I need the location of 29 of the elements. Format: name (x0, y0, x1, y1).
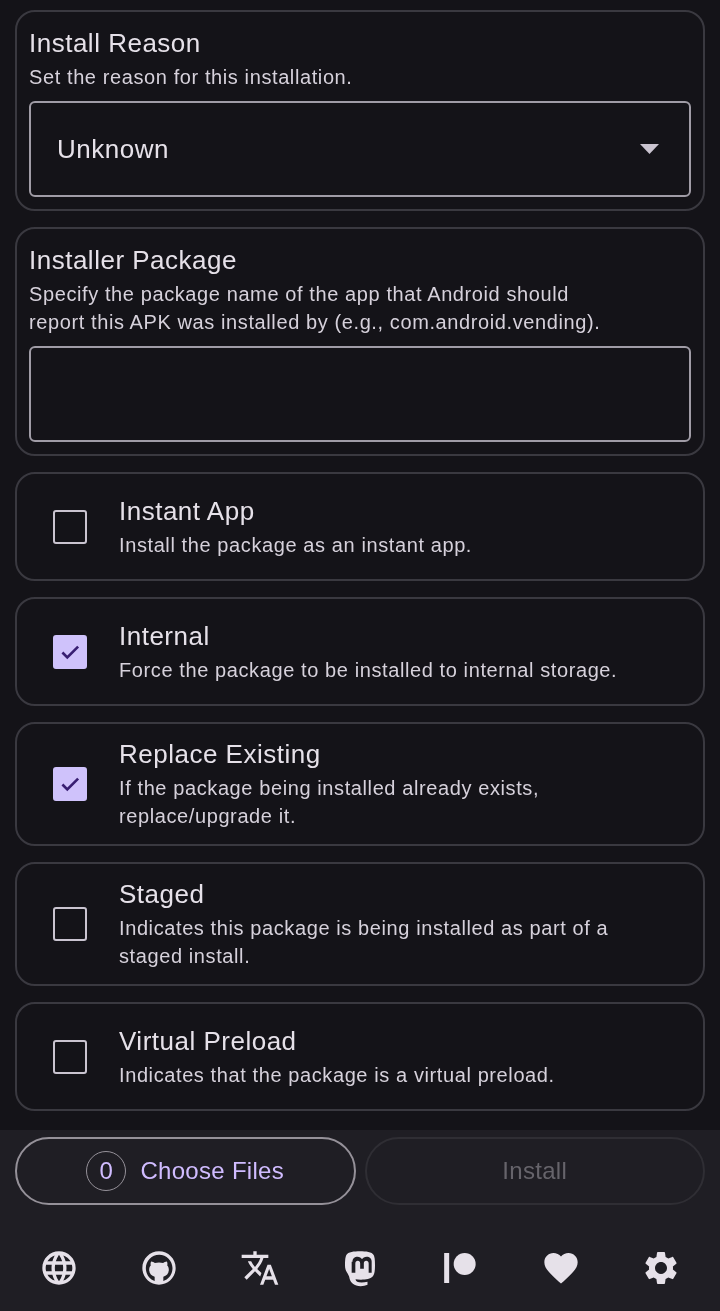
option-title: Virtual Preload (119, 1024, 298, 1057)
reason-select[interactable]: Unknown (29, 101, 691, 197)
option-title: Replace Existing (119, 738, 322, 770)
translate-icon[interactable] (239, 1248, 280, 1288)
option-card[interactable]: Instant App Install the package as an instant app. (15, 472, 705, 581)
choose-files-button[interactable]: 0 Choose Files (15, 1137, 356, 1205)
option-description: Force the package to be installed to internal storage. (119, 657, 618, 683)
option-description: Indicates this package is being installed as part of a staged install. (119, 916, 610, 969)
checkbox[interactable] (53, 509, 87, 544)
checkbox[interactable] (53, 634, 87, 669)
option-description: Install the package as an instant app. (119, 532, 473, 558)
checkbox[interactable] (53, 767, 87, 801)
option-title: Instant App (119, 494, 256, 527)
option-card[interactable]: Staged Indicates this package is being installed as part of a staged install. (15, 862, 705, 986)
card-description: Set the reason for this installation. (29, 65, 354, 90)
option-card[interactable]: Internal Force the package to be installed to internal storage. (15, 597, 705, 706)
card-description: Specify the package name of the app that Android should report this APK was installed by (e.g., com.android.vending). (29, 282, 602, 335)
option-card[interactable]: Replace Existing If the package being installed already exists, replace/upgrade it. (15, 722, 705, 846)
option-title: Internal (119, 619, 211, 652)
option-description: Indicates that the package is a virtual preload. (119, 1062, 555, 1088)
checkbox[interactable] (53, 1039, 87, 1074)
package-name-field[interactable] (29, 346, 691, 442)
option-card[interactable]: Virtual Preload Indicates that the package is a virtual preload. (15, 1002, 705, 1111)
option-description: If the package being installed already exists, replace/upgrade it. (119, 776, 541, 829)
card-title: Install Reason (29, 27, 202, 59)
dropdown-arrow-icon (640, 144, 659, 154)
option-title: Staged (119, 878, 206, 910)
card-title: Installer Package (29, 244, 238, 276)
checkbox[interactable] (53, 907, 87, 941)
